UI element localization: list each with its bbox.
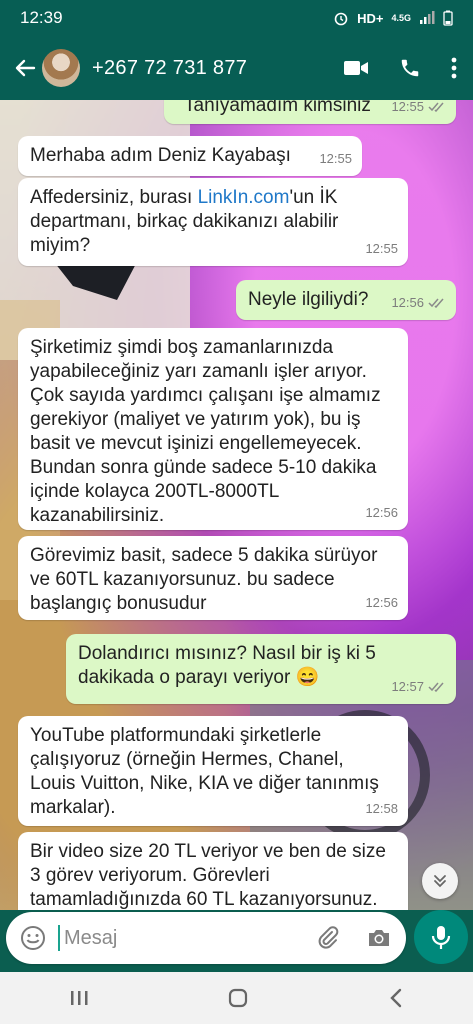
read-ticks-icon	[428, 298, 444, 308]
message-bubble-outgoing[interactable]: Neyle ilgiliydi? 12:56	[236, 280, 456, 320]
message-text: Dolandırıcı mısınız? Nasıl bir iş ki 5 d…	[78, 643, 376, 688]
back-button[interactable]	[10, 53, 40, 83]
phone-icon[interactable]	[399, 57, 421, 79]
chat-area[interactable]: Tanıyamadım kimsiniz 12:55 Merhaba adım …	[0, 100, 473, 910]
message-bubble-incoming[interactable]: Şirketimiz şimdi boş zamanlarınızda yapa…	[18, 328, 408, 530]
message-text: Görevimiz basit, sadece 5 dakika sürüyor…	[30, 545, 378, 614]
attach-icon[interactable]	[316, 926, 340, 950]
network-label: HD+	[357, 10, 384, 26]
message-text: Bir video size 20 TL veriyor ve ben de s…	[30, 841, 386, 910]
mic-icon	[431, 926, 451, 949]
message-composer: Mesaj	[6, 912, 406, 964]
message-time: 12:56	[365, 505, 398, 520]
avatar[interactable]	[42, 49, 80, 87]
message-time: 12:55	[319, 151, 352, 166]
message-input[interactable]: Mesaj	[58, 925, 316, 951]
message-bubble-outgoing[interactable]: Tanıyamadım kimsiniz 12:55	[164, 100, 456, 124]
message-bubble-incoming[interactable]: Bir video size 20 TL veriyor ve ben de s…	[18, 832, 408, 910]
nav-recents-icon[interactable]	[69, 989, 89, 1007]
message-bubble-outgoing[interactable]: Dolandırıcı mısınız? Nasıl bir iş ki 5 d…	[66, 634, 456, 704]
back-arrow-icon	[15, 59, 36, 77]
system-navigation-bar	[0, 972, 473, 1024]
contact-name[interactable]: +267 72 731 877	[92, 57, 343, 80]
video-call-icon[interactable]	[343, 58, 369, 78]
message-bubble-incoming[interactable]: Merhaba adım Deniz Kayabaşı 12:55	[18, 136, 362, 176]
chat-header: +267 72 731 877	[0, 36, 473, 100]
message-time: 12:57	[391, 675, 446, 699]
signal-icon	[420, 11, 435, 24]
message-time: 12:56	[365, 595, 398, 610]
message-time: 12:56	[391, 291, 446, 315]
message-text: Şirketimiz şimdi boş zamanlarınızda yapa…	[30, 337, 381, 526]
message-text: Merhaba adım Deniz Kayabaşı	[30, 145, 291, 166]
message-link[interactable]: LinkIn.com	[198, 187, 290, 208]
battery-icon	[443, 10, 453, 26]
scroll-down-icon	[434, 875, 446, 888]
message-time: 12:58	[365, 801, 398, 816]
read-ticks-icon	[428, 682, 444, 692]
mic-button[interactable]	[414, 910, 468, 964]
header-actions	[343, 57, 457, 79]
nav-home-icon[interactable]	[227, 987, 249, 1009]
message-time-text: 12:56	[391, 295, 424, 310]
message-time-text: 12:55	[391, 100, 424, 114]
alarm-icon	[334, 12, 348, 26]
status-bar: 12:39 HD+ 4.5G	[0, 0, 473, 36]
message-text-part: Affedersiniz, burası	[30, 187, 198, 208]
message-bubble-incoming[interactable]: Görevimiz basit, sadece 5 dakika sürüyor…	[18, 536, 408, 620]
camera-icon[interactable]	[366, 926, 392, 950]
message-bubble-incoming[interactable]: Affedersiniz, burası LinkIn.com'un İK de…	[18, 178, 408, 266]
status-time: 12:39	[20, 8, 63, 27]
message-text: Affedersiniz, burası LinkIn.com'un İK de…	[30, 186, 388, 258]
message-text: YouTube platformundaki şirketlerle çalış…	[30, 725, 379, 818]
composer-actions	[316, 926, 392, 950]
message-time-text: 12:57	[391, 679, 424, 694]
message-time: 12:55	[365, 241, 398, 256]
message-time: 12:55	[391, 100, 446, 119]
network-sub-label: 4.5G	[391, 13, 411, 23]
status-icons: HD+ 4.5G	[333, 10, 453, 26]
message-bubble-incoming[interactable]: YouTube platformundaki şirketlerle çalış…	[18, 716, 408, 826]
emoji-icon[interactable]	[20, 925, 46, 951]
more-vert-icon[interactable]	[451, 57, 457, 79]
scroll-down-button[interactable]	[422, 863, 458, 899]
read-ticks-icon	[428, 102, 444, 112]
nav-back-icon[interactable]	[388, 987, 404, 1009]
